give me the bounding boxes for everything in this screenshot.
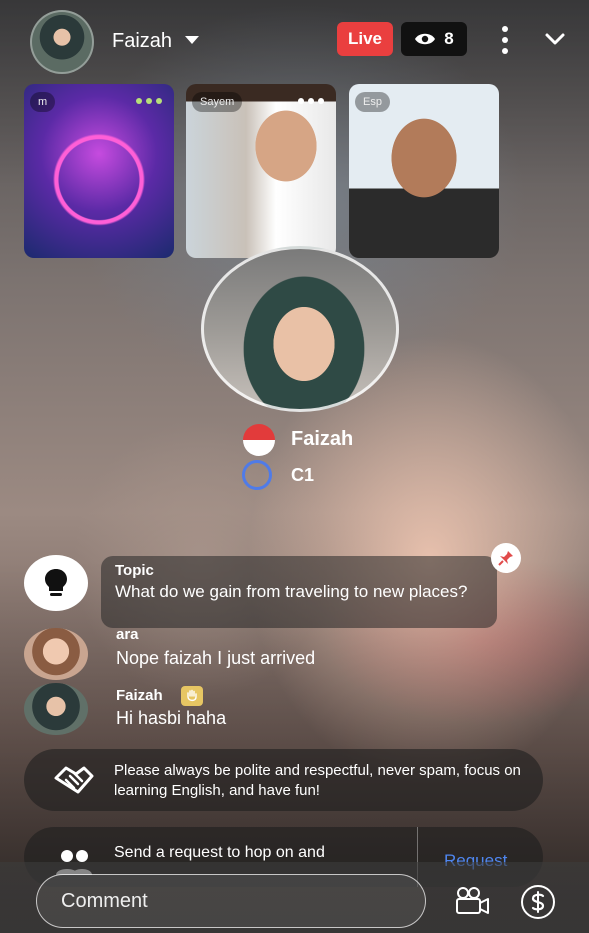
pin-icon[interactable] [491, 543, 521, 573]
viewer-count-value: 8 [444, 29, 454, 48]
video-camera-icon[interactable] [454, 886, 490, 916]
topic-text: What do we gain from traveling to new pl… [115, 582, 468, 601]
level-ring-icon [242, 460, 272, 490]
host-name[interactable]: Faizah [112, 30, 172, 53]
comment-input[interactable] [36, 874, 426, 928]
speaker-tile-m[interactable]: m [24, 84, 174, 258]
avatar[interactable] [24, 683, 88, 735]
rules-card: Please always be polite and respectful, … [24, 749, 543, 811]
request-text: Send a request to hop on and [114, 844, 325, 861]
rules-text: Please always be polite and respectful, … [114, 762, 521, 799]
speaker-avatar[interactable] [201, 246, 399, 412]
speaker-tile-esp[interactable]: Esp [349, 84, 499, 258]
avatar[interactable] [24, 628, 88, 680]
message-text: Nope faizah I just arrived [116, 648, 316, 668]
hand-badge-icon [181, 686, 203, 706]
message-author[interactable]: Faizah [116, 687, 163, 704]
gift-coin-icon[interactable] [519, 884, 557, 920]
tile-label: Sayem [192, 92, 243, 112]
chevron-down-icon[interactable] [544, 32, 566, 46]
topic-avatar [24, 555, 88, 611]
topic-label: Topic [115, 562, 154, 579]
eye-icon [415, 33, 436, 45]
indonesia-flag-icon [243, 424, 275, 456]
message-text: Hi hasbi haha [116, 708, 227, 728]
speaker-name: Faizah [291, 428, 354, 450]
pushpin-icon [498, 551, 513, 566]
live-badge: Live [337, 22, 393, 56]
lightbulb-icon [45, 569, 67, 596]
speaker-level: C1 [291, 465, 315, 485]
tile-options-icon[interactable] [136, 98, 162, 104]
top-bar: Faizah Live 8 [0, 0, 589, 80]
handshake-icon [54, 766, 94, 794]
message-author[interactable]: ara [116, 626, 139, 643]
topic-card: Topic What do we gain from traveling to … [101, 556, 497, 628]
tile-label: Esp [355, 92, 390, 112]
caret-down-icon[interactable] [185, 36, 199, 44]
speaker-tile-sayem[interactable]: Sayem [186, 84, 336, 258]
more-options-icon[interactable] [495, 26, 515, 54]
viewer-count[interactable]: 8 [401, 22, 467, 56]
tile-options-icon[interactable] [298, 98, 324, 104]
host-avatar[interactable] [30, 10, 94, 74]
tile-label: m [30, 92, 56, 112]
